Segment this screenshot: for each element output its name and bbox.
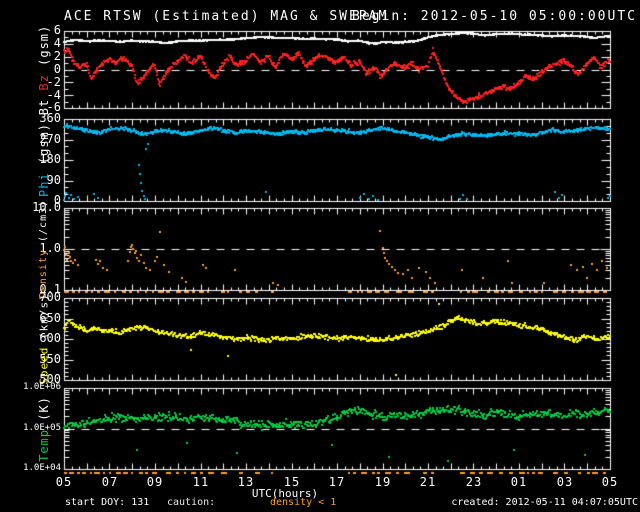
y-tick-label-phi: 90 bbox=[46, 173, 61, 187]
plot-canvas bbox=[0, 0, 640, 512]
ace-rtsw-plot: ACE RTSW (Estimated) MAG & SWEPAM Begin:… bbox=[0, 0, 640, 512]
y-tick-label-bt-bz: 0 bbox=[53, 62, 61, 76]
x-tick-label: 03 bbox=[556, 475, 574, 489]
y-tick-label-density: 1.0 bbox=[39, 241, 61, 255]
begin-timestamp: Begin: 2012-05-10 05:00:00UTC bbox=[352, 9, 637, 24]
y-tick-label-bt-bz: 2 bbox=[53, 49, 61, 63]
x-tick-label: 01 bbox=[510, 475, 528, 489]
x-tick-label: 19 bbox=[374, 475, 392, 489]
start-doy-label: start DOY: 131 bbox=[65, 497, 150, 508]
y-axis-label-part: Bz bbox=[37, 74, 51, 91]
y-axis-label-part: (km/s) bbox=[37, 293, 51, 347]
y-axis-label-temp: Temp (K) bbox=[37, 396, 51, 462]
y-axis-label-part: (/cm3) bbox=[38, 199, 49, 249]
x-tick-label: 15 bbox=[283, 475, 301, 489]
y-axis-label-part: (gsm) bbox=[37, 24, 51, 75]
y-axis-label-part: Phi bbox=[37, 172, 51, 198]
y-tick-label-temp: 1.0E+05 bbox=[23, 423, 61, 433]
y-axis-label-part: (gsm) bbox=[37, 122, 51, 173]
y-tick-label-bt-bz: 6 bbox=[53, 23, 61, 37]
x-tick-label: 07 bbox=[101, 475, 119, 489]
y-tick-label-bt-bz: 4 bbox=[53, 36, 61, 50]
y-axis-label-part: Temp bbox=[37, 429, 51, 462]
y-tick-label-speed: 700 bbox=[39, 290, 61, 304]
page-title: ACE RTSW (Estimated) MAG & SWEPAM bbox=[64, 9, 389, 24]
y-axis-label-bt-bz: Bt Bz (gsm) bbox=[37, 24, 51, 116]
y-tick-label-density: 10.0 bbox=[32, 200, 61, 214]
y-tick-label-phi: 270 bbox=[39, 132, 61, 146]
created-timestamp: created: 2012-05-11 04:07:05UTC bbox=[451, 497, 638, 508]
x-tick-label: 05 bbox=[601, 475, 619, 489]
caution-label: caution: bbox=[167, 497, 216, 508]
caution-value: density < 1 bbox=[270, 497, 337, 508]
y-axis-label-density: Density (/cm3) bbox=[38, 199, 49, 298]
y-tick-label-temp: 1.0E+04 bbox=[23, 463, 61, 473]
x-tick-label: 05 bbox=[55, 475, 73, 489]
y-tick-label-speed: 650 bbox=[39, 311, 61, 325]
y-tick-label-phi: 360 bbox=[39, 111, 61, 125]
x-tick-label: 13 bbox=[237, 475, 255, 489]
y-axis-label-part: Speed bbox=[37, 346, 51, 385]
y-tick-label-speed: 600 bbox=[39, 331, 61, 345]
x-tick-label: 21 bbox=[419, 475, 437, 489]
x-tick-label: 11 bbox=[192, 475, 210, 489]
y-axis-label-part: (K) bbox=[37, 396, 51, 429]
x-tick-label: 17 bbox=[328, 475, 346, 489]
y-tick-label-temp: 1.0E+06 bbox=[23, 382, 61, 392]
x-tick-label: 23 bbox=[465, 475, 483, 489]
x-tick-label: 09 bbox=[146, 475, 164, 489]
y-tick-label-bt-bz: -2 bbox=[46, 75, 61, 89]
y-tick-label-phi: 180 bbox=[39, 152, 61, 166]
y-axis-label-speed: Speed (km/s) bbox=[37, 293, 51, 385]
y-axis-label-phi: Phi (gsm) bbox=[37, 122, 51, 198]
y-tick-label-speed: 550 bbox=[39, 352, 61, 366]
